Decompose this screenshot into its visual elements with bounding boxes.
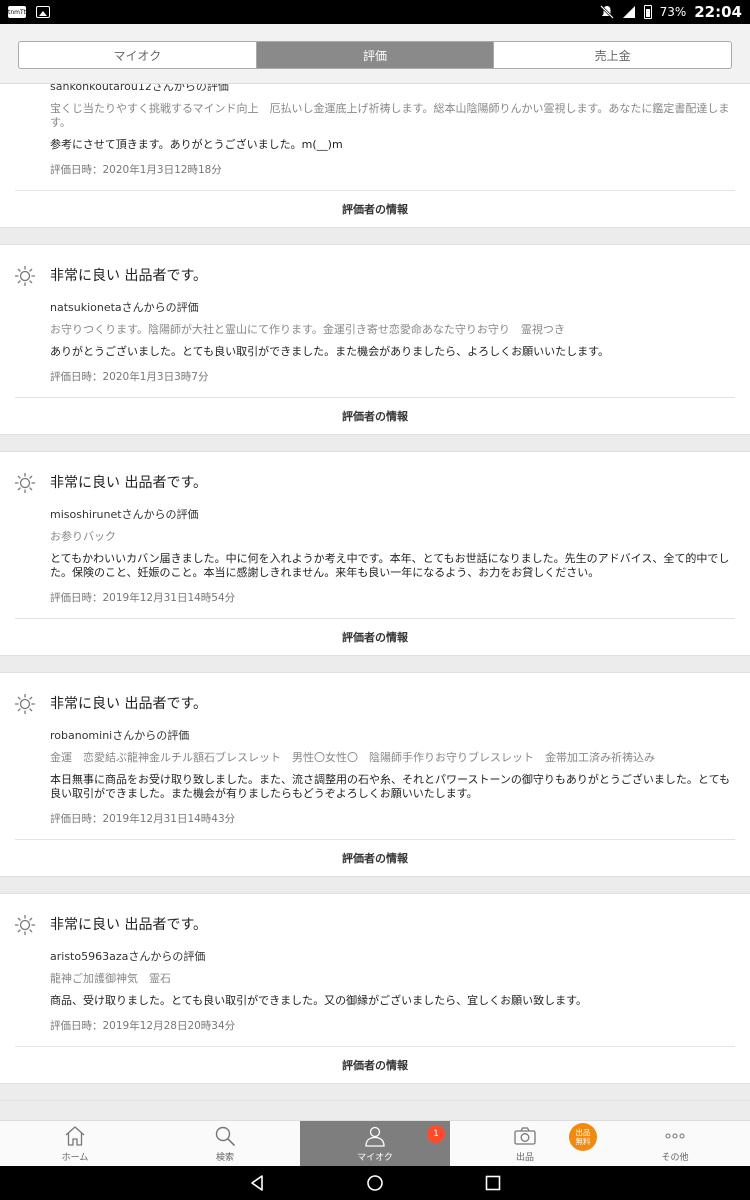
segmented-tabs: マイオク 評価 売上金 <box>18 41 732 69</box>
card-gap <box>0 434 750 452</box>
card-gap <box>0 1083 750 1101</box>
bottom-nav: ホーム 検索 マイオク 1 出品 出品 無料 その他 <box>0 1120 750 1166</box>
back-icon[interactable] <box>248 1174 266 1192</box>
mute-icon <box>599 5 614 19</box>
sun-icon <box>14 693 36 715</box>
sun-icon <box>14 265 36 287</box>
review-card: 非常に良い 出品者です。 robanominiさんからの評価 金運 恋愛結ぶ龍神… <box>0 673 750 876</box>
nav-search[interactable]: 検索 <box>150 1121 300 1166</box>
nav-home-label: ホーム <box>61 1152 89 1163</box>
review-card: sankonkoutarou12さんからの評価 宝くじ当たりやすく挑戦するマイン… <box>0 84 750 227</box>
rating-row: 非常に良い 出品者です。 <box>14 259 735 291</box>
more-dots-icon <box>665 1132 685 1139</box>
nav-search-label: 検索 <box>215 1152 234 1163</box>
rating-text: 非常に良い 出品者です。 <box>50 268 208 284</box>
reviewer-name: misoshirunetさんからの評価 <box>50 508 199 521</box>
nav-other-label: その他 <box>661 1152 689 1163</box>
review-comment: 参考にさせて頂きます。ありがとうございました。m(__)m <box>50 138 343 151</box>
app-notification-icon: tnmTt <box>8 6 26 18</box>
battery-percent: 73% <box>659 5 687 19</box>
review-date: 評価日時：2019年12月28日20時34分 <box>50 1020 236 1032</box>
free-listing-badge: 出品 無料 <box>569 1123 597 1151</box>
reviewer-name: natsukionetaさんからの評価 <box>50 301 199 314</box>
review-card: 非常に良い 出品者です。 aristo5963azaさんからの評価 龍神ご加護御… <box>0 894 750 1083</box>
review-list[interactable]: sankonkoutarou12さんからの評価 宝くじ当たりやすく挑戦するマイン… <box>0 84 750 1120</box>
nav-myauc[interactable]: マイオク 1 <box>300 1121 450 1166</box>
item-title[interactable]: お参りバック <box>50 530 735 544</box>
reviewer-name: sankonkoutarou12さんからの評価 <box>50 84 229 93</box>
rating-row: 非常に良い 出品者です。 <box>14 466 735 498</box>
search-icon <box>215 1126 235 1146</box>
nav-home[interactable]: ホーム <box>0 1121 150 1166</box>
clock: 22:04 <box>694 3 742 21</box>
review-comment: 商品、受け取りました。とても良い取引ができました。又の御縁がございましたら、宜し… <box>50 994 588 1007</box>
reviewer-info-link[interactable]: 評価者の情報 <box>15 191 735 227</box>
review-comment: とてもかわいいカバン届きました。中に何を入れようか考え中です。本年、とてもお世話… <box>50 552 730 579</box>
rating-text: 非常に良い 出品者です。 <box>50 475 208 491</box>
sun-icon <box>14 472 36 494</box>
person-icon <box>365 1126 385 1147</box>
signal-icon <box>622 6 635 18</box>
home-icon <box>65 1125 85 1146</box>
system-nav-bar <box>0 1166 750 1200</box>
camera-icon <box>514 1126 536 1145</box>
card-gap <box>0 227 750 245</box>
status-bar: tnmTt 73% 22:04 <box>0 0 750 24</box>
reviewer-name: aristo5963azaさんからの評価 <box>50 950 206 963</box>
review-comment: ありがとうございました。とても良い取引ができました。また機会がありましたら、よろ… <box>50 345 610 358</box>
review-card: 非常に良い 出品者です。 misoshirunetさんからの評価 お参りバック … <box>0 452 750 655</box>
item-title[interactable]: 金運 恋愛結ぶ龍神金ルチル額石ブレスレット 男性〇女性〇 陰陽師手作りお守りブレ… <box>50 751 735 765</box>
review-date: 評価日時：2020年1月3日12時18分 <box>50 164 222 176</box>
reviewer-info-link[interactable]: 評価者の情報 <box>15 398 735 434</box>
tab-rating[interactable]: 評価 <box>256 42 495 68</box>
nav-myauc-label: マイオク <box>357 1152 393 1163</box>
image-notification-icon <box>36 6 50 18</box>
review-card: 非常に良い 出品者です。 natsukionetaさんからの評価 お守りつくりま… <box>0 245 750 434</box>
review-comment: 本日無事に商品をお受け取り致しました。また、流さ調整用の石や糸、それとパワースト… <box>50 773 731 800</box>
home-circle-icon[interactable] <box>366 1174 384 1192</box>
rating-row: 非常に良い 出品者です。 <box>14 908 735 940</box>
tab-myauc[interactable]: マイオク <box>19 42 257 68</box>
rating-text: 非常に良い 出品者です。 <box>50 917 208 933</box>
item-title[interactable]: 龍神ご加護御神気 霊石 <box>50 972 735 986</box>
sun-icon <box>14 914 36 936</box>
tab-sales[interactable]: 売上金 <box>494 42 731 68</box>
rating-text: 非常に良い 出品者です。 <box>50 696 208 712</box>
card-gap <box>0 655 750 673</box>
nav-other[interactable]: その他 <box>600 1121 750 1166</box>
rating-row: 非常に良い 出品者です。 <box>14 687 735 719</box>
review-date: 評価日時：2019年12月31日14時43分 <box>50 813 236 825</box>
nav-sell-label: 出品 <box>515 1152 534 1163</box>
reviewer-info-link[interactable]: 評価者の情報 <box>15 840 735 876</box>
item-title[interactable]: 宝くじ当たりやすく挑戦するマインド向上 厄払いし金運底上げ祈祷します。総本山陰陽… <box>50 102 735 130</box>
review-date: 評価日時：2019年12月31日14時54分 <box>50 592 236 604</box>
notification-badge: 1 <box>427 1125 445 1143</box>
battery-icon <box>643 5 652 19</box>
reviewer-info-link[interactable]: 評価者の情報 <box>15 619 735 655</box>
recents-icon[interactable] <box>484 1174 502 1192</box>
card-gap <box>0 876 750 894</box>
item-title[interactable]: お守りつくります。陰陽師が大社と霊山にて作ります。金運引き寄せ恋愛命あなた守りお… <box>50 323 735 337</box>
review-date: 評価日時：2020年1月3日3時7分 <box>50 371 209 383</box>
nav-sell[interactable]: 出品 出品 無料 <box>450 1121 600 1166</box>
reviewer-name: robanominiさんからの評価 <box>50 729 190 742</box>
tab-header: マイオク 評価 売上金 <box>0 24 750 84</box>
reviewer-info-link[interactable]: 評価者の情報 <box>15 1047 735 1083</box>
